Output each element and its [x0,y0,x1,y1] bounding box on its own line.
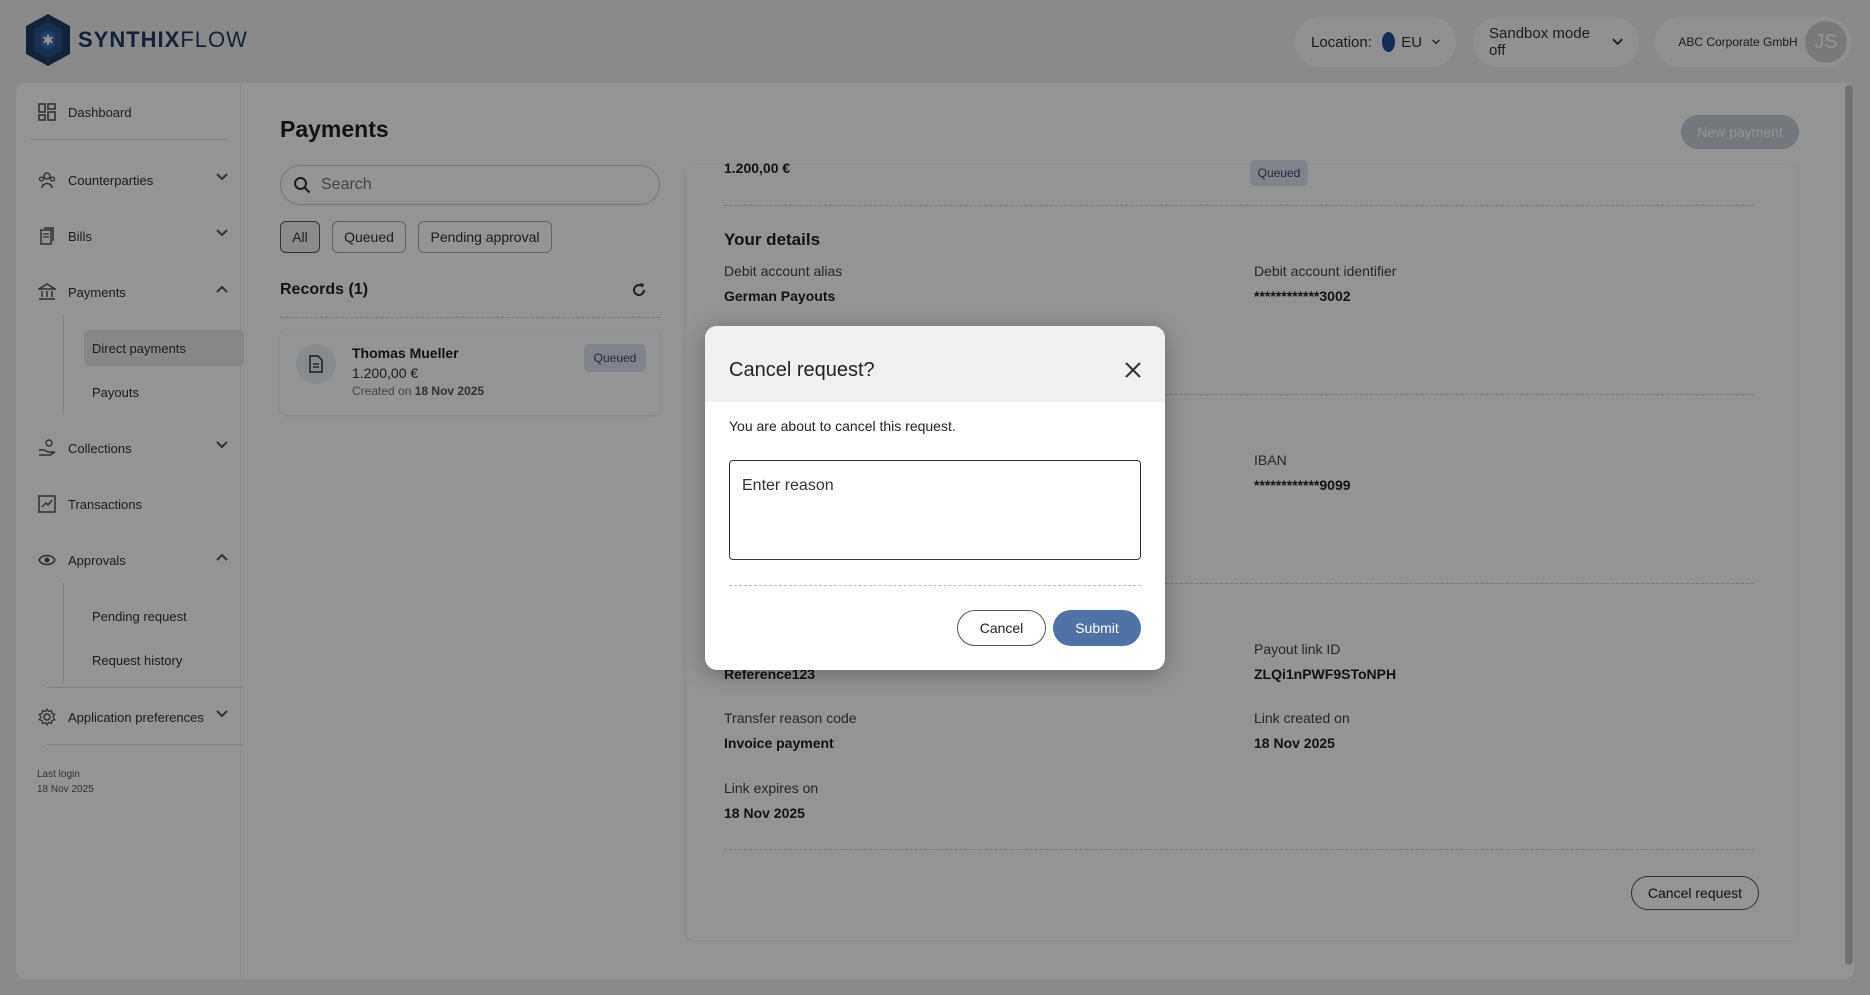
dialog-header: Cancel request? [705,326,1165,402]
cancel-button[interactable]: Cancel [957,610,1046,646]
dialog-title: Cancel request? [729,359,875,381]
submit-button[interactable]: Submit [1053,610,1141,646]
close-icon[interactable] [1123,360,1143,380]
dialog-description: You are about to cancel this request. [729,418,956,434]
divider [729,585,1141,586]
cancel-request-dialog: Cancel request? You are about to cancel … [705,326,1165,670]
reason-field[interactable] [729,460,1141,560]
